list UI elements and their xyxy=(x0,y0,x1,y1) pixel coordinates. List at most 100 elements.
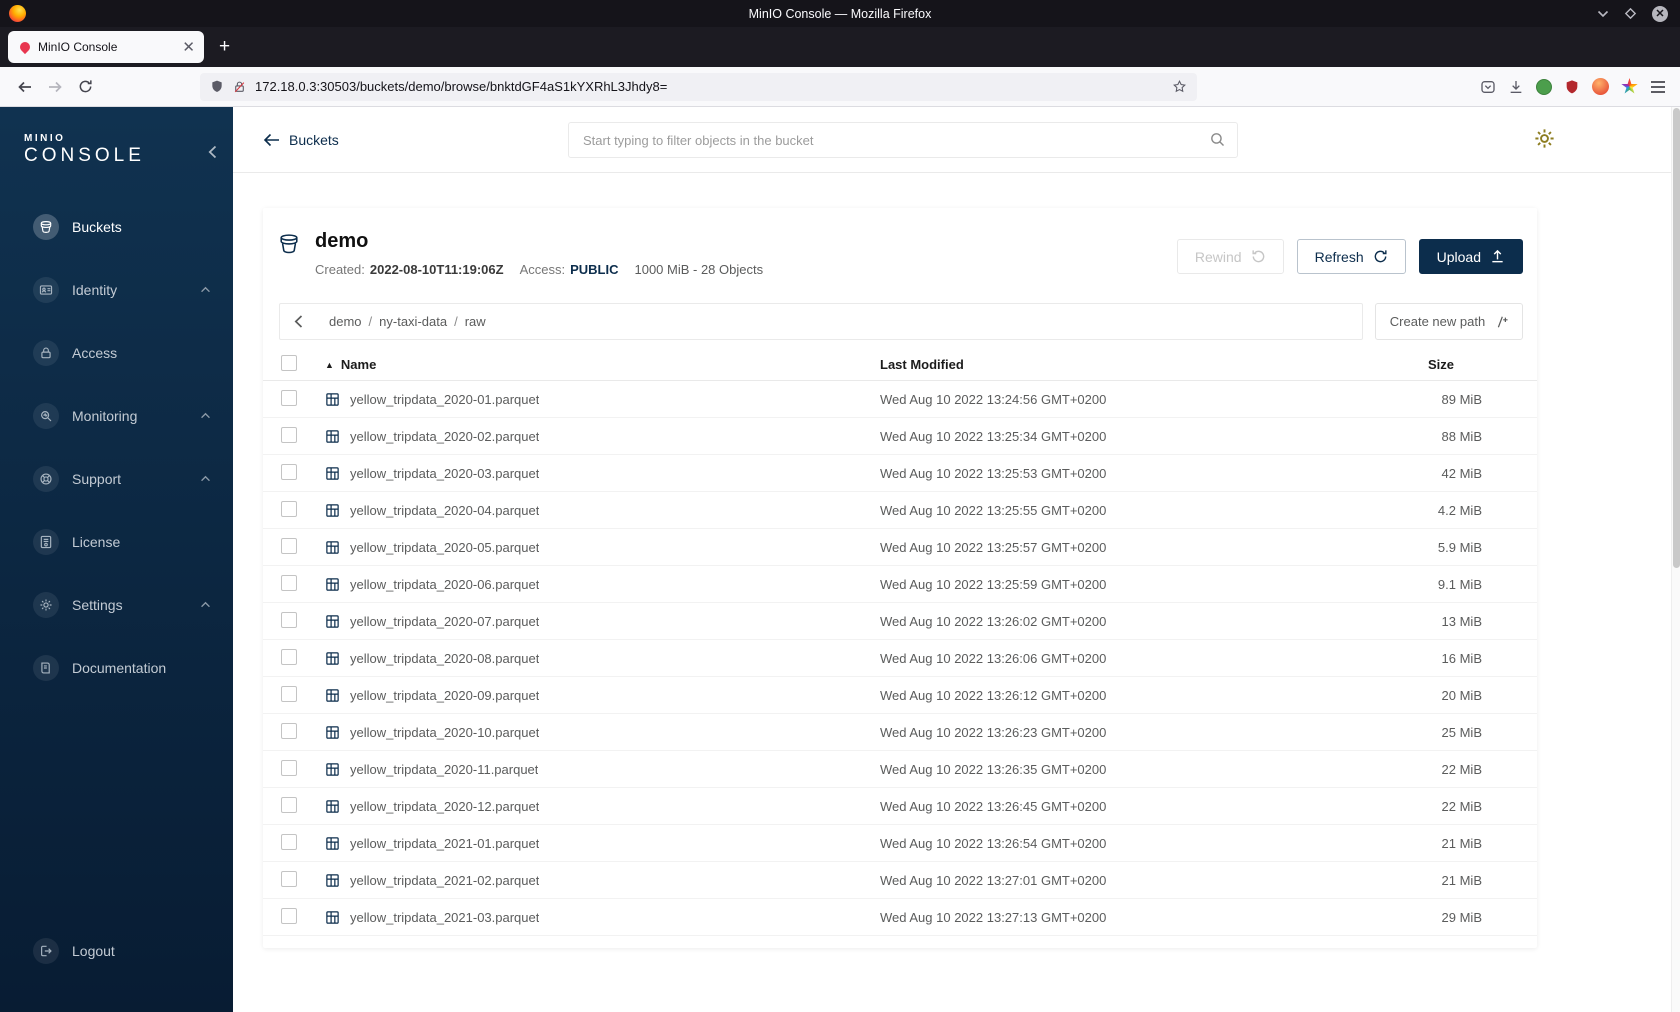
page-settings-gear-icon[interactable] xyxy=(1533,127,1556,155)
back-to-buckets-link[interactable]: Buckets xyxy=(263,132,339,148)
row-checkbox[interactable] xyxy=(281,907,297,924)
scrollbar-thumb[interactable] xyxy=(1673,108,1680,568)
row-checkbox[interactable] xyxy=(281,389,297,406)
sidebar-item-license[interactable]: License xyxy=(0,510,233,573)
row-checkbox[interactable] xyxy=(281,537,297,554)
select-all-checkbox[interactable] xyxy=(281,354,297,371)
row-checkbox[interactable] xyxy=(281,574,297,591)
object-name[interactable]: yellow_tripdata_2020-06.parquet xyxy=(350,577,539,592)
bookmark-star-icon[interactable] xyxy=(1172,79,1187,94)
sidebar-item-identity[interactable]: Identity xyxy=(0,258,233,321)
object-row[interactable]: yellow_tripdata_2020-05.parquet Wed Aug … xyxy=(263,529,1537,566)
column-header-name[interactable]: ▲ Name xyxy=(325,357,880,372)
breadcrumb-segment[interactable]: raw xyxy=(465,314,486,329)
object-name[interactable]: yellow_tripdata_2020-09.parquet xyxy=(350,688,539,703)
sidebar-item-monitoring[interactable]: Monitoring xyxy=(0,384,233,447)
object-row[interactable]: yellow_tripdata_2020-10.parquet Wed Aug … xyxy=(263,714,1537,751)
row-checkbox[interactable] xyxy=(281,648,297,665)
column-header-size[interactable]: Size xyxy=(1367,357,1482,372)
object-name[interactable]: yellow_tripdata_2020-02.parquet xyxy=(350,429,539,444)
parquet-file-icon xyxy=(325,540,340,555)
chevron-up-icon[interactable] xyxy=(200,412,211,419)
chevron-up-icon[interactable] xyxy=(200,286,211,293)
row-checkbox[interactable] xyxy=(281,426,297,443)
object-row[interactable]: yellow_tripdata_2020-02.parquet Wed Aug … xyxy=(263,418,1537,455)
object-row[interactable]: yellow_tripdata_2020-03.parquet Wed Aug … xyxy=(263,455,1537,492)
row-checkbox[interactable] xyxy=(281,463,297,480)
extension-pinwheel-icon[interactable] xyxy=(1621,78,1638,94)
row-checkbox[interactable] xyxy=(281,685,297,702)
object-row[interactable]: yellow_tripdata_2020-06.parquet Wed Aug … xyxy=(263,566,1537,603)
object-name[interactable]: yellow_tripdata_2020-03.parquet xyxy=(350,466,539,481)
object-name[interactable]: yellow_tripdata_2020-04.parquet xyxy=(350,503,539,518)
rewind-button[interactable]: Rewind xyxy=(1176,239,1284,274)
object-name[interactable]: yellow_tripdata_2021-02.parquet xyxy=(350,873,539,888)
window-minimize-icon[interactable] xyxy=(1597,10,1609,18)
forward-button[interactable] xyxy=(40,73,70,101)
object-row[interactable]: yellow_tripdata_2020-04.parquet Wed Aug … xyxy=(263,492,1537,529)
object-name[interactable]: yellow_tripdata_2021-01.parquet xyxy=(350,836,539,851)
sidebar-collapse-icon[interactable] xyxy=(208,145,217,164)
sidebar-item-logout[interactable]: Logout xyxy=(0,919,233,982)
object-name[interactable]: yellow_tripdata_2020-12.parquet xyxy=(350,799,539,814)
object-name[interactable]: yellow_tripdata_2020-08.parquet xyxy=(350,651,539,666)
object-modified: Wed Aug 10 2022 13:24:56 GMT+0200 xyxy=(880,391,1107,407)
menu-hamburger-icon[interactable] xyxy=(1650,80,1666,94)
window-close-icon[interactable]: ✕ xyxy=(1652,5,1668,22)
breadcrumb-segment[interactable]: ny-taxi-data xyxy=(379,314,447,329)
object-row[interactable]: yellow_tripdata_2020-11.parquet Wed Aug … xyxy=(263,751,1537,788)
account-avatar-icon[interactable] xyxy=(1592,78,1609,95)
upload-button[interactable]: Upload xyxy=(1418,239,1523,274)
sidebar-item-support[interactable]: Support xyxy=(0,447,233,510)
object-name[interactable]: yellow_tripdata_2021-03.parquet xyxy=(350,910,539,925)
sidebar-item-settings[interactable]: Settings xyxy=(0,573,233,636)
sidebar-item-access[interactable]: Access xyxy=(0,321,233,384)
window-title: MinIO Console — Mozilla Firefox xyxy=(748,6,932,21)
tab-close-icon[interactable]: ✕ xyxy=(182,40,195,55)
downloads-icon[interactable] xyxy=(1508,79,1524,95)
url-text[interactable]: 172.18.0.3:30503/buckets/demo/browse/bnk… xyxy=(255,79,1163,94)
chevron-up-icon[interactable] xyxy=(200,601,211,608)
object-row[interactable]: yellow_tripdata_2021-02.parquet Wed Aug … xyxy=(263,862,1537,899)
object-row[interactable]: yellow_tripdata_2021-01.parquet Wed Aug … xyxy=(263,825,1537,862)
breadcrumb-back-icon[interactable] xyxy=(294,314,303,329)
connection-lock-icon[interactable] xyxy=(233,80,246,94)
url-bar[interactable]: 172.18.0.3:30503/buckets/demo/browse/bnk… xyxy=(200,72,1197,101)
row-checkbox[interactable] xyxy=(281,611,297,628)
object-name[interactable]: yellow_tripdata_2020-10.parquet xyxy=(350,725,539,740)
create-new-path-button[interactable]: Create new path xyxy=(1375,303,1523,340)
chevron-up-icon[interactable] xyxy=(200,475,211,482)
window-maximize-icon[interactable] xyxy=(1624,7,1637,20)
object-row[interactable]: yellow_tripdata_2021-03.parquet Wed Aug … xyxy=(263,899,1537,936)
sidebar-item-buckets[interactable]: Buckets xyxy=(0,195,233,258)
object-row[interactable]: yellow_tripdata_2020-07.parquet Wed Aug … xyxy=(263,603,1537,640)
object-name[interactable]: yellow_tripdata_2020-05.parquet xyxy=(350,540,539,555)
row-checkbox[interactable] xyxy=(281,500,297,517)
object-row[interactable]: yellow_tripdata_2020-08.parquet Wed Aug … xyxy=(263,640,1537,677)
object-name[interactable]: yellow_tripdata_2020-11.parquet xyxy=(350,762,538,777)
extension-green-icon[interactable] xyxy=(1536,78,1552,95)
breadcrumb-segment[interactable]: demo xyxy=(329,314,362,329)
row-checkbox[interactable] xyxy=(281,870,297,887)
row-checkbox[interactable] xyxy=(281,833,297,850)
object-row[interactable]: yellow_tripdata_2020-09.parquet Wed Aug … xyxy=(263,677,1537,714)
row-checkbox[interactable] xyxy=(281,722,297,739)
object-name[interactable]: yellow_tripdata_2020-01.parquet xyxy=(350,392,539,407)
pocket-save-icon[interactable] xyxy=(1480,79,1496,95)
tracking-protection-shield-icon[interactable] xyxy=(210,79,224,94)
page-scrollbar[interactable] xyxy=(1671,107,1680,1012)
filter-objects-input[interactable] xyxy=(568,122,1238,158)
ublock-shield-icon[interactable] xyxy=(1564,79,1580,95)
column-header-modified[interactable]: Last Modified xyxy=(880,357,1367,372)
row-checkbox[interactable] xyxy=(281,796,297,813)
back-button[interactable] xyxy=(10,73,40,101)
object-name[interactable]: yellow_tripdata_2020-07.parquet xyxy=(350,614,539,629)
row-checkbox[interactable] xyxy=(281,759,297,776)
sidebar-item-documentation[interactable]: Documentation xyxy=(0,636,233,699)
refresh-button[interactable]: Refresh xyxy=(1296,239,1406,274)
reload-button[interactable] xyxy=(70,73,100,101)
new-tab-button[interactable]: + xyxy=(219,36,230,58)
tab-minio-console[interactable]: MinIO Console ✕ xyxy=(8,31,204,63)
object-row[interactable]: yellow_tripdata_2020-12.parquet Wed Aug … xyxy=(263,788,1537,825)
object-row[interactable]: yellow_tripdata_2020-01.parquet Wed Aug … xyxy=(263,381,1537,418)
